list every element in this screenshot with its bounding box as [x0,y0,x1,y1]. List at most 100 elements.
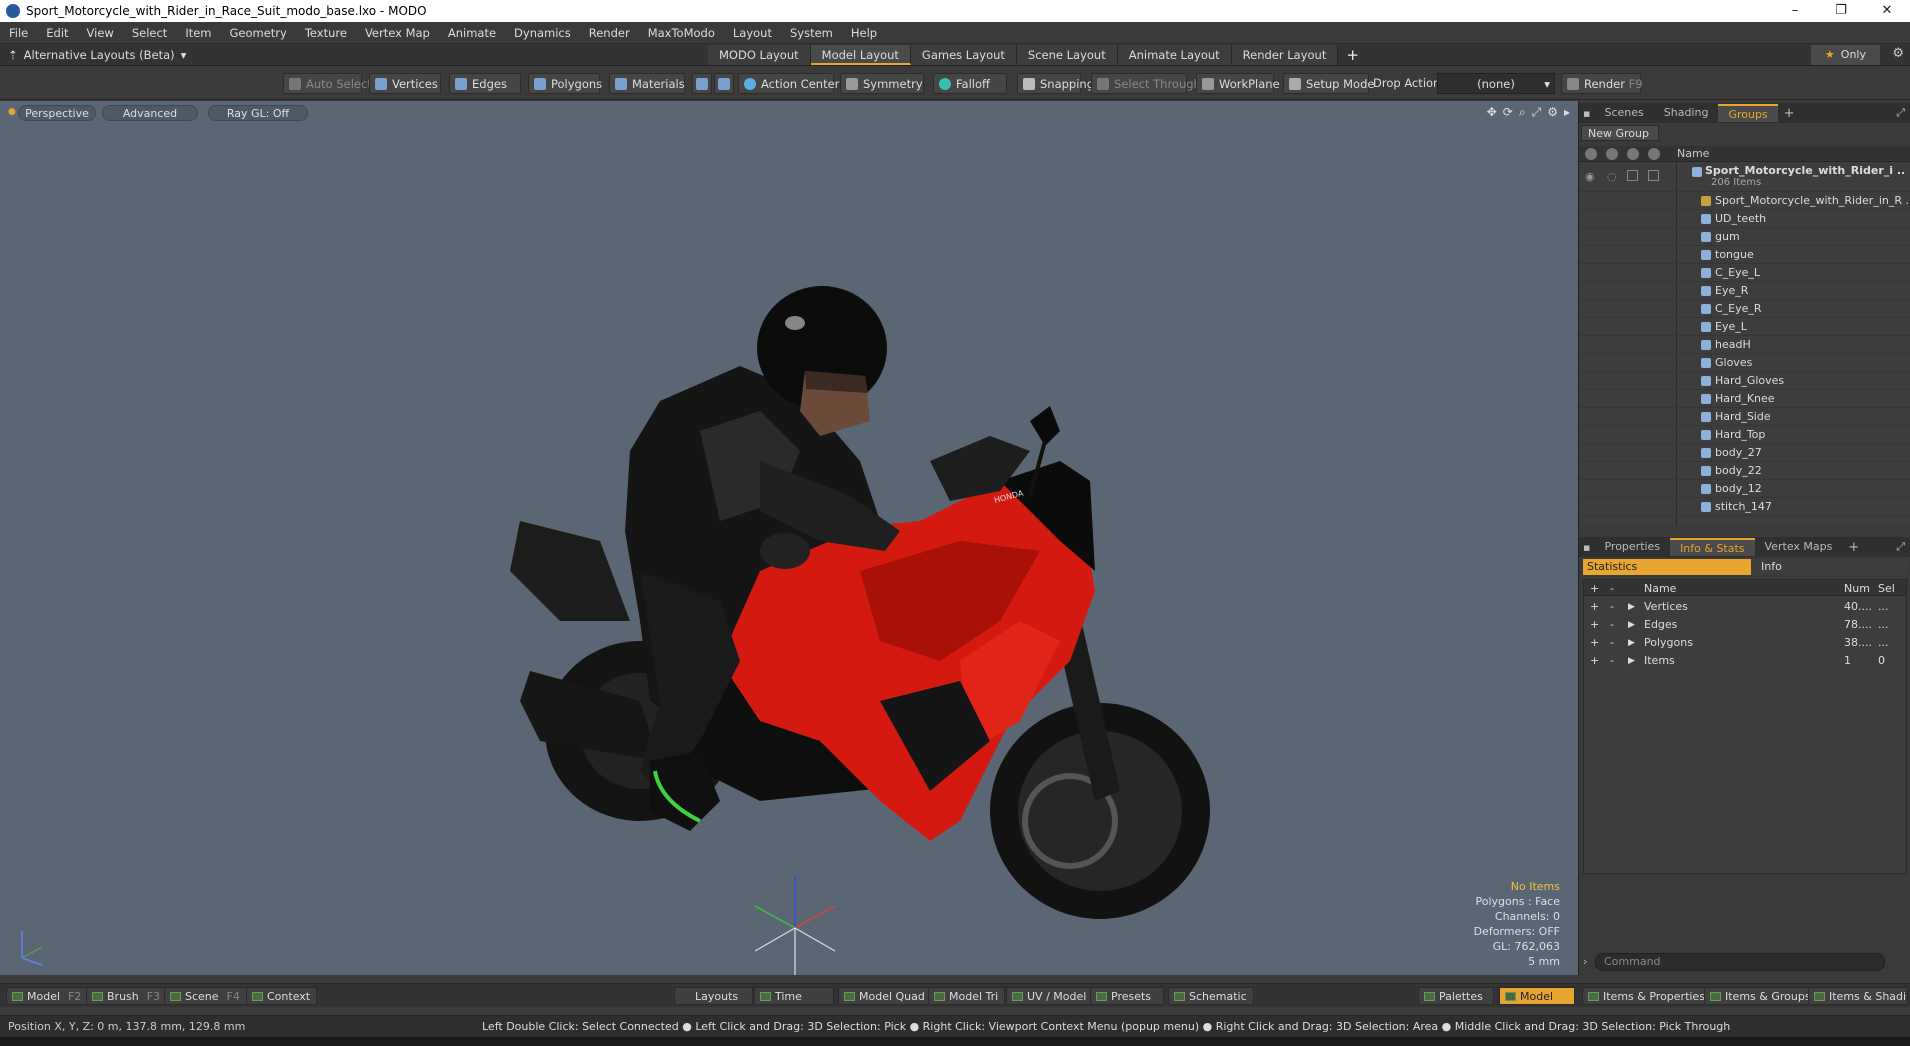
list-item[interactable]: body_22 [1579,462,1910,480]
gear-icon[interactable]: ⚙ [1892,46,1904,61]
list-item[interactable]: Hard_Side [1579,408,1910,426]
remove-icon[interactable]: - [1610,600,1614,613]
action-center-button[interactable]: Action Center [738,73,839,94]
auto-select-button[interactable]: Auto Select [283,73,372,94]
workplane-button[interactable]: WorkPlane [1196,73,1280,94]
list-item[interactable]: Sport_Motorcycle_with_Rider_in_R ... [1579,192,1910,210]
menu-geometry[interactable]: Geometry [221,26,296,40]
items-shading-button[interactable]: Items & Shading [1808,987,1908,1005]
menu-view[interactable]: View [78,26,123,40]
expand-arrow-icon[interactable]: ▶ [1628,620,1635,630]
tab-statistics[interactable]: Statistics [1583,559,1751,575]
palettes-button[interactable]: Palettes [1418,987,1494,1005]
menu-select[interactable]: Select [123,26,176,40]
menu-file[interactable]: File [0,26,37,40]
tab-vertex-maps[interactable]: Vertex Maps [1755,538,1843,556]
list-item[interactable]: C_Eye_R [1579,300,1910,318]
items-groups-button[interactable]: Items & Groups [1704,987,1818,1005]
root-select-checkbox[interactable] [1648,170,1659,181]
remove-icon[interactable]: - [1610,618,1614,631]
table-row[interactable]: + - ▶ Edges 78.... ... [1584,616,1906,634]
remove-icon[interactable]: - [1610,654,1614,667]
list-item[interactable]: tongue [1579,246,1910,264]
falloff-button[interactable]: Falloff [933,73,1007,94]
menu-render[interactable]: Render [580,26,639,40]
maximize-button[interactable]: ❐ [1818,0,1864,22]
add-tab-button[interactable]: + [1842,540,1865,555]
presets-button[interactable]: Presets [1090,987,1164,1005]
tab-modo-layout[interactable]: MODO Layout [708,44,811,65]
tab-groups[interactable]: Groups [1718,104,1778,122]
menu-system[interactable]: System [781,26,842,40]
menu-vertex-map[interactable]: Vertex Map [356,26,439,40]
remove-icon[interactable]: - [1610,636,1614,649]
close-button[interactable]: ✕ [1864,0,1910,22]
render-button[interactable]: Render F9 [1561,73,1643,94]
edges-button[interactable]: Edges [449,73,521,94]
select-through-button[interactable]: Select Through [1091,73,1201,94]
menu-help[interactable]: Help [842,26,886,40]
select-mode-icon-2[interactable] [714,73,734,94]
root-render-icon[interactable]: ◌ [1607,170,1617,183]
add-icon[interactable]: + [1590,636,1599,649]
root-lock-checkbox[interactable] [1627,170,1638,181]
list-item[interactable]: Hard_Gloves [1579,372,1910,390]
table-row[interactable]: + - ▶ Polygons 38.... ... [1584,634,1906,652]
menu-layout[interactable]: Layout [724,26,781,40]
add-layout-button[interactable]: + [1338,46,1367,64]
tab-shading[interactable]: Shading [1654,104,1719,122]
snapping-button[interactable]: Snapping [1017,73,1094,94]
model-mode-button[interactable]: Model F2 [6,987,89,1005]
expand-arrow-icon[interactable]: ▶ [1628,656,1635,666]
expand-panel-icon[interactable]: ⤢ [1896,106,1905,120]
brush-mode-button[interactable]: Brush F3 [86,987,168,1005]
add-icon[interactable]: + [1590,600,1599,613]
menu-texture[interactable]: Texture [296,26,356,40]
tab-info[interactable]: Info [1751,559,1907,575]
list-item[interactable]: gum [1579,228,1910,246]
tab-properties[interactable]: Properties [1594,538,1670,556]
only-button[interactable]: ★ Only [1810,45,1880,65]
alternative-layouts-dropdown[interactable]: ⇡ Alternative Layouts (Beta) ▾ [8,48,708,62]
list-item[interactable]: Eye_R [1579,282,1910,300]
command-input[interactable]: Command [1595,953,1885,971]
group-root-row[interactable]: ◉ ◌ Sport_Motorcycle_with_Rider_i ... 20… [1579,164,1910,192]
scene-mode-button[interactable]: Scene F4 [164,987,247,1005]
model-quad-button[interactable]: Model Quad [838,987,932,1005]
model-layout-button[interactable]: Model [1499,987,1575,1005]
expand-panel-icon[interactable]: ⤢ [1896,540,1905,554]
drop-action-select[interactable]: (none) ▾ [1437,73,1555,94]
list-item[interactable]: Hard_Top [1579,426,1910,444]
list-item[interactable]: Eye_L [1579,318,1910,336]
list-item[interactable]: headH [1579,336,1910,354]
root-eye-icon[interactable]: ◉ [1585,170,1595,183]
table-row[interactable]: + - ▶ Items 1 0 [1584,652,1906,670]
tab-games-layout[interactable]: Games Layout [910,44,1017,65]
select-mode-icon-1[interactable] [692,73,712,94]
menu-item[interactable]: Item [176,26,220,40]
time-button[interactable]: Time [754,987,834,1005]
menu-dynamics[interactable]: Dynamics [505,26,580,40]
3d-viewport[interactable]: ● Perspective Advanced Ray GL: Off ✥ ⟳ ⌕… [0,101,1578,975]
menu-maxtomodo[interactable]: MaxToModo [639,26,724,40]
model-tri-button[interactable]: Model Tri [928,987,1006,1005]
tab-animate-layout[interactable]: Animate Layout [1117,44,1232,65]
list-item[interactable]: body_27 [1579,444,1910,462]
list-item[interactable]: C_Eye_L [1579,264,1910,282]
uv-model-button[interactable]: UV / Model [1006,987,1094,1005]
add-icon[interactable]: + [1590,618,1599,631]
tab-scene-layout[interactable]: Scene Layout [1016,44,1118,65]
add-icon[interactable]: + [1590,654,1599,667]
symmetry-button[interactable]: Symmetry [840,73,924,94]
list-item[interactable]: stitch_147 [1579,498,1910,516]
setup-mode-button[interactable]: Setup Mode [1283,73,1374,94]
menu-animate[interactable]: Animate [439,26,505,40]
table-row[interactable]: + - ▶ Vertices 40.... ... [1584,598,1906,616]
items-properties-button[interactable]: Items & Properties [1582,987,1712,1005]
list-item[interactable]: Gloves [1579,354,1910,372]
vertices-button[interactable]: Vertices [369,73,441,94]
minimize-button[interactable]: – [1772,0,1818,22]
tab-model-layout[interactable]: Model Layout [810,44,911,65]
context-button[interactable]: Context [246,987,318,1005]
list-item[interactable]: Hard_Knee [1579,390,1910,408]
